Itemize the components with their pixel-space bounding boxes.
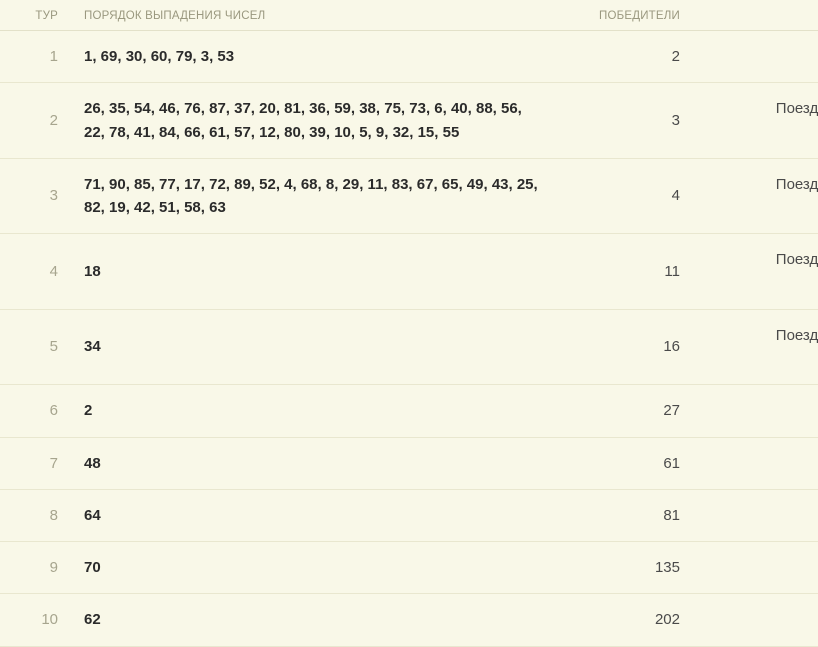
cell-winners: 81 [552,489,700,541]
cell-prize: Поездка в Санкт-Петербург [700,309,818,385]
table-row: 9 70 135 5 000 [0,542,818,594]
table-body: 1 1, 69, 30, 60, 79, 3, 53 2 210 000 2 2… [0,31,818,647]
cell-winners: 3 [552,83,700,159]
cell-winners: 4 [552,158,700,234]
header-round: ТУР [0,0,76,31]
cell-winners: 16 [552,309,700,385]
cell-winners: 2 [552,31,700,83]
header-prize: ВЫИГРЫШ [700,0,818,31]
table-row: 7 48 61 5 000 [0,437,818,489]
header-row: ТУР ПОРЯДОК ВЫПАДЕНИЯ ЧИСЕЛ ПОБЕДИТЕЛИ В… [0,0,818,31]
cell-round: 2 [0,83,76,159]
cell-prize: 5 000 [700,542,818,594]
cell-round: 5 [0,309,76,385]
cell-numbers: 34 [76,309,552,385]
cell-prize: Поездка в Санкт-Петербург [700,83,818,159]
cell-numbers: 48 [76,437,552,489]
cell-round: 7 [0,437,76,489]
table-row: 8 64 81 5 000 [0,489,818,541]
cell-round: 1 [0,31,76,83]
cell-numbers: 71, 90, 85, 77, 17, 72, 89, 52, 4, 68, 8… [76,158,552,234]
cell-prize: Поездка в Санкт-Петербург [700,158,818,234]
cell-numbers: 64 [76,489,552,541]
cell-winners: 135 [552,542,700,594]
header-numbers: ПОРЯДОК ВЫПАДЕНИЯ ЧИСЕЛ [76,0,552,31]
table-row: 10 62 202 1 000 [0,594,818,646]
results-table: ТУР ПОРЯДОК ВЫПАДЕНИЯ ЧИСЕЛ ПОБЕДИТЕЛИ В… [0,0,818,647]
header-winners: ПОБЕДИТЕЛИ [552,0,700,31]
table-row: 6 2 27 41 481 [0,385,818,437]
cell-winners: 27 [552,385,700,437]
cell-numbers: 26, 35, 54, 46, 76, 87, 37, 20, 81, 36, … [76,83,552,159]
cell-round: 6 [0,385,76,437]
cell-numbers: 1, 69, 30, 60, 79, 3, 53 [76,31,552,83]
cell-numbers: 2 [76,385,552,437]
cell-prize: 5 000 [700,489,818,541]
cell-round: 9 [0,542,76,594]
cell-prize: 5 000 [700,437,818,489]
cell-prize: 210 000 [700,31,818,83]
table-row: 3 71, 90, 85, 77, 17, 72, 89, 52, 4, 68,… [0,158,818,234]
cell-round: 8 [0,489,76,541]
cell-round: 4 [0,234,76,310]
table-row: 1 1, 69, 30, 60, 79, 3, 53 2 210 000 [0,31,818,83]
cell-prize: 41 481 [700,385,818,437]
table-row: 5 34 16 Поездка в Санкт-Петербург [0,309,818,385]
table-row: 4 18 11 Поездка в Санкт-Петербург [0,234,818,310]
cell-prize: 1 000 [700,594,818,646]
results-table-container: ТУР ПОРЯДОК ВЫПАДЕНИЯ ЧИСЕЛ ПОБЕДИТЕЛИ В… [0,0,818,647]
cell-numbers: 62 [76,594,552,646]
cell-prize: Поездка в Санкт-Петербург [700,234,818,310]
cell-round: 3 [0,158,76,234]
table-row: 2 26, 35, 54, 46, 76, 87, 37, 20, 81, 36… [0,83,818,159]
cell-winners: 11 [552,234,700,310]
cell-numbers: 70 [76,542,552,594]
cell-winners: 202 [552,594,700,646]
cell-round: 10 [0,594,76,646]
cell-winners: 61 [552,437,700,489]
cell-numbers: 18 [76,234,552,310]
